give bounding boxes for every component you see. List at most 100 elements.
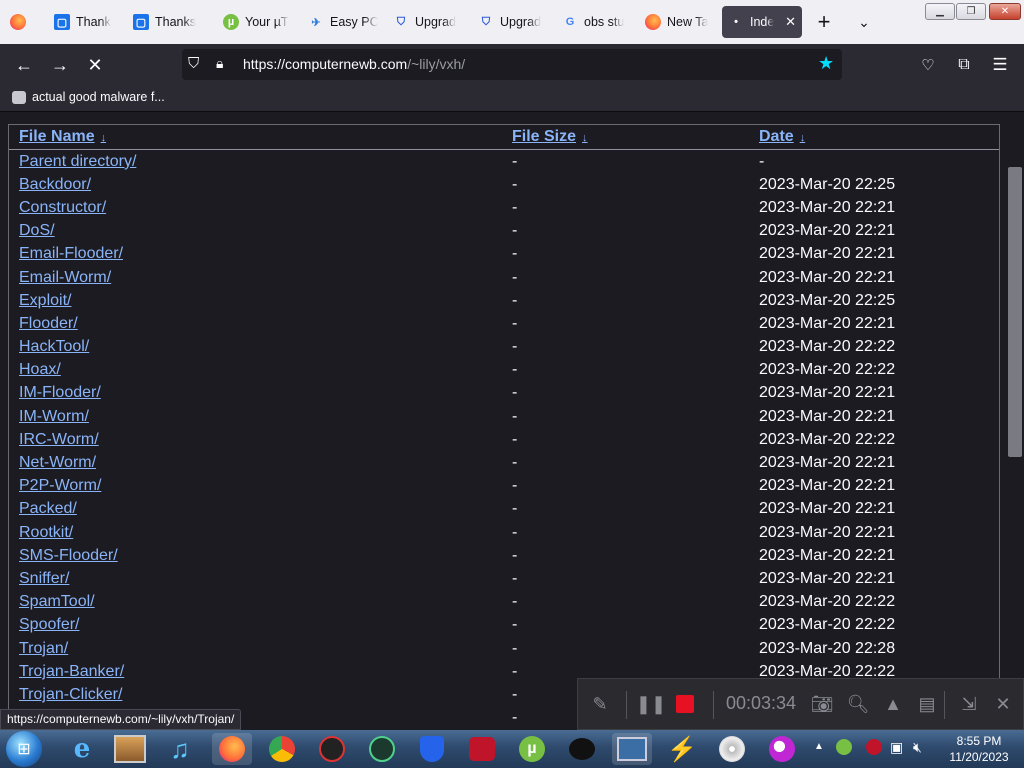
tab-1[interactable]: ▢ Thanks xyxy=(133,6,213,38)
file-link[interactable]: Trojan-Clicker/ xyxy=(19,686,122,703)
forward-button[interactable]: → xyxy=(45,50,75,80)
sort-by-name-link[interactable]: File Name xyxy=(19,128,95,145)
file-link[interactable]: Exploit/ xyxy=(19,292,71,309)
app-black-icon[interactable] xyxy=(562,733,602,765)
new-tab-button[interactable]: + xyxy=(812,6,836,38)
close-window-button[interactable]: ✕ xyxy=(989,3,1021,20)
internet-explorer-icon[interactable]: e xyxy=(62,733,102,765)
file-link[interactable]: Parent directory/ xyxy=(19,153,136,170)
file-link[interactable]: Spoofer/ xyxy=(19,616,79,633)
tab-5[interactable]: ⛉ Upgrad xyxy=(478,6,548,38)
app-blue-icon[interactable]: ⚡ xyxy=(662,733,702,765)
highlight-icon[interactable]: ▲ xyxy=(881,692,905,716)
bookmark-item[interactable]: actual good malware f... xyxy=(12,90,165,104)
tab-label: Inde xyxy=(750,15,775,29)
file-link[interactable]: IRC-Worm/ xyxy=(19,431,99,448)
stop-button[interactable]: ✕ xyxy=(80,50,110,80)
file-date-cell: - xyxy=(759,152,765,170)
back-button[interactable]: ← xyxy=(9,50,39,80)
url-bar[interactable]: ⛉ 🔒︎ https://computernewb.com/~lily/vxh/… xyxy=(182,49,842,80)
lock-icon[interactable]: 🔒︎ xyxy=(216,55,223,72)
file-link[interactable]: SpamTool/ xyxy=(19,593,95,610)
file-date-cell: 2023-Mar-20 22:21 xyxy=(759,569,896,587)
show-hidden-icons-icon[interactable]: ▲ xyxy=(814,741,824,752)
file-link[interactable]: HackTool/ xyxy=(19,338,89,355)
file-link[interactable]: Constructor/ xyxy=(19,199,106,216)
tab-7[interactable]: New Ta xyxy=(645,6,717,38)
recorder-tray-icon[interactable] xyxy=(866,739,882,755)
stop-record-button[interactable] xyxy=(673,692,697,716)
pocket-button[interactable]: ♡ xyxy=(913,50,943,80)
annotation-icon[interactable]: ▤ xyxy=(915,692,939,716)
zoom-icon[interactable]: 🔍︎ xyxy=(846,692,870,716)
file-link[interactable]: Trojan-Banker/ xyxy=(19,663,124,680)
vertical-scrollbar[interactable] xyxy=(1006,112,1024,730)
file-link[interactable]: Email-Flooder/ xyxy=(19,245,123,262)
restore-button[interactable]: ❐ xyxy=(956,3,986,20)
file-date-cell: 2023-Mar-20 22:28 xyxy=(759,639,896,657)
start-button[interactable]: ⊞ xyxy=(6,731,42,767)
file-link[interactable]: Flooder/ xyxy=(19,315,78,332)
app-window-icon[interactable] xyxy=(612,733,652,765)
scrollbar-thumb[interactable] xyxy=(1008,167,1022,457)
network-icon[interactable]: ▣ xyxy=(890,739,903,756)
vpn-shield-icon[interactable] xyxy=(412,733,452,765)
file-date-cell: 2023-Mar-20 22:21 xyxy=(759,546,896,564)
volume-muted-icon[interactable]: 🔇︎ xyxy=(913,739,922,756)
url-text[interactable]: https://computernewb.com/~lily/vxh/ xyxy=(243,56,465,72)
file-link[interactable]: IM-Flooder/ xyxy=(19,384,101,401)
file-link[interactable]: Sniffer/ xyxy=(19,570,69,587)
column-header-name[interactable]: File Name ↓ xyxy=(9,125,502,150)
file-manager-icon[interactable] xyxy=(110,733,150,765)
file-link[interactable]: Packed/ xyxy=(19,500,77,517)
minimize-recorder-icon[interactable]: ⇲ xyxy=(957,692,981,716)
file-date-cell: 2023-Mar-20 22:22 xyxy=(759,361,896,379)
file-link[interactable]: Backdoor/ xyxy=(19,176,91,193)
app-purple-icon[interactable] xyxy=(762,733,802,765)
list-all-tabs-button[interactable]: ⌄ xyxy=(853,6,875,38)
column-header-size[interactable]: File Size ↓ xyxy=(502,125,749,150)
file-link[interactable]: Trojan/ xyxy=(19,640,68,657)
tab-6[interactable]: Gobs stu xyxy=(562,6,632,38)
app-green-icon[interactable] xyxy=(362,733,402,765)
app-red-icon[interactable] xyxy=(312,733,352,765)
file-link[interactable]: Net-Worm/ xyxy=(19,454,96,471)
minimize-button[interactable]: ▁ xyxy=(925,3,955,20)
tab-8[interactable]: • Inde ✕ xyxy=(722,6,802,38)
tab-4[interactable]: ⛉ Upgrad xyxy=(393,6,463,38)
file-link[interactable]: DoS/ xyxy=(19,222,55,239)
sort-arrow-icon[interactable]: ↓ xyxy=(800,132,806,144)
dvd-icon[interactable] xyxy=(712,733,752,765)
pause-button[interactable]: ❚❚ xyxy=(636,692,666,716)
firefox-menu-icon[interactable] xyxy=(10,6,30,38)
system-clock[interactable]: 8:55 PM 11/20/2023 xyxy=(938,733,1020,765)
screen-recorder-icon[interactable] xyxy=(462,733,502,765)
sort-arrow-icon[interactable]: ↓ xyxy=(582,132,588,144)
file-link[interactable]: Email-Worm/ xyxy=(19,269,111,286)
utorrent-tray-icon[interactable] xyxy=(836,739,852,755)
tab-0[interactable]: ▢ Thank xyxy=(54,6,124,38)
file-link[interactable]: SMS-Flooder/ xyxy=(19,547,118,564)
sort-arrow-icon[interactable]: ↓ xyxy=(101,132,107,144)
tab-3[interactable]: ✈ Easy PC xyxy=(308,6,378,38)
shield-icon[interactable]: ⛉ xyxy=(188,55,199,72)
sort-by-date-link[interactable]: Date xyxy=(759,128,794,145)
column-header-date[interactable]: Date ↓ xyxy=(749,125,999,150)
menu-button[interactable]: ☰ xyxy=(985,50,1015,80)
file-link[interactable]: Hoax/ xyxy=(19,361,61,378)
file-link[interactable]: Rootkit/ xyxy=(19,524,73,541)
file-link[interactable]: P2P-Worm/ xyxy=(19,477,101,494)
camera-icon[interactable]: 📷︎ xyxy=(810,692,834,716)
bookmark-star-icon[interactable]: ★ xyxy=(818,53,834,74)
close-tab-icon[interactable]: ✕ xyxy=(785,14,796,30)
firefox-taskbar-icon[interactable] xyxy=(212,733,252,765)
extensions-button[interactable]: ⧉ xyxy=(949,50,979,80)
utorrent-taskbar-icon[interactable]: µ xyxy=(512,733,552,765)
tab-2[interactable]: µ Your µT xyxy=(223,6,293,38)
chrome-icon[interactable] xyxy=(262,733,302,765)
sort-by-size-link[interactable]: File Size xyxy=(512,128,576,145)
itunes-icon[interactable]: ♫ xyxy=(160,733,200,765)
close-recorder-icon[interactable]: ✕ xyxy=(991,692,1015,716)
pen-icon[interactable]: ✎ xyxy=(588,692,612,716)
file-link[interactable]: IM-Worm/ xyxy=(19,408,89,425)
